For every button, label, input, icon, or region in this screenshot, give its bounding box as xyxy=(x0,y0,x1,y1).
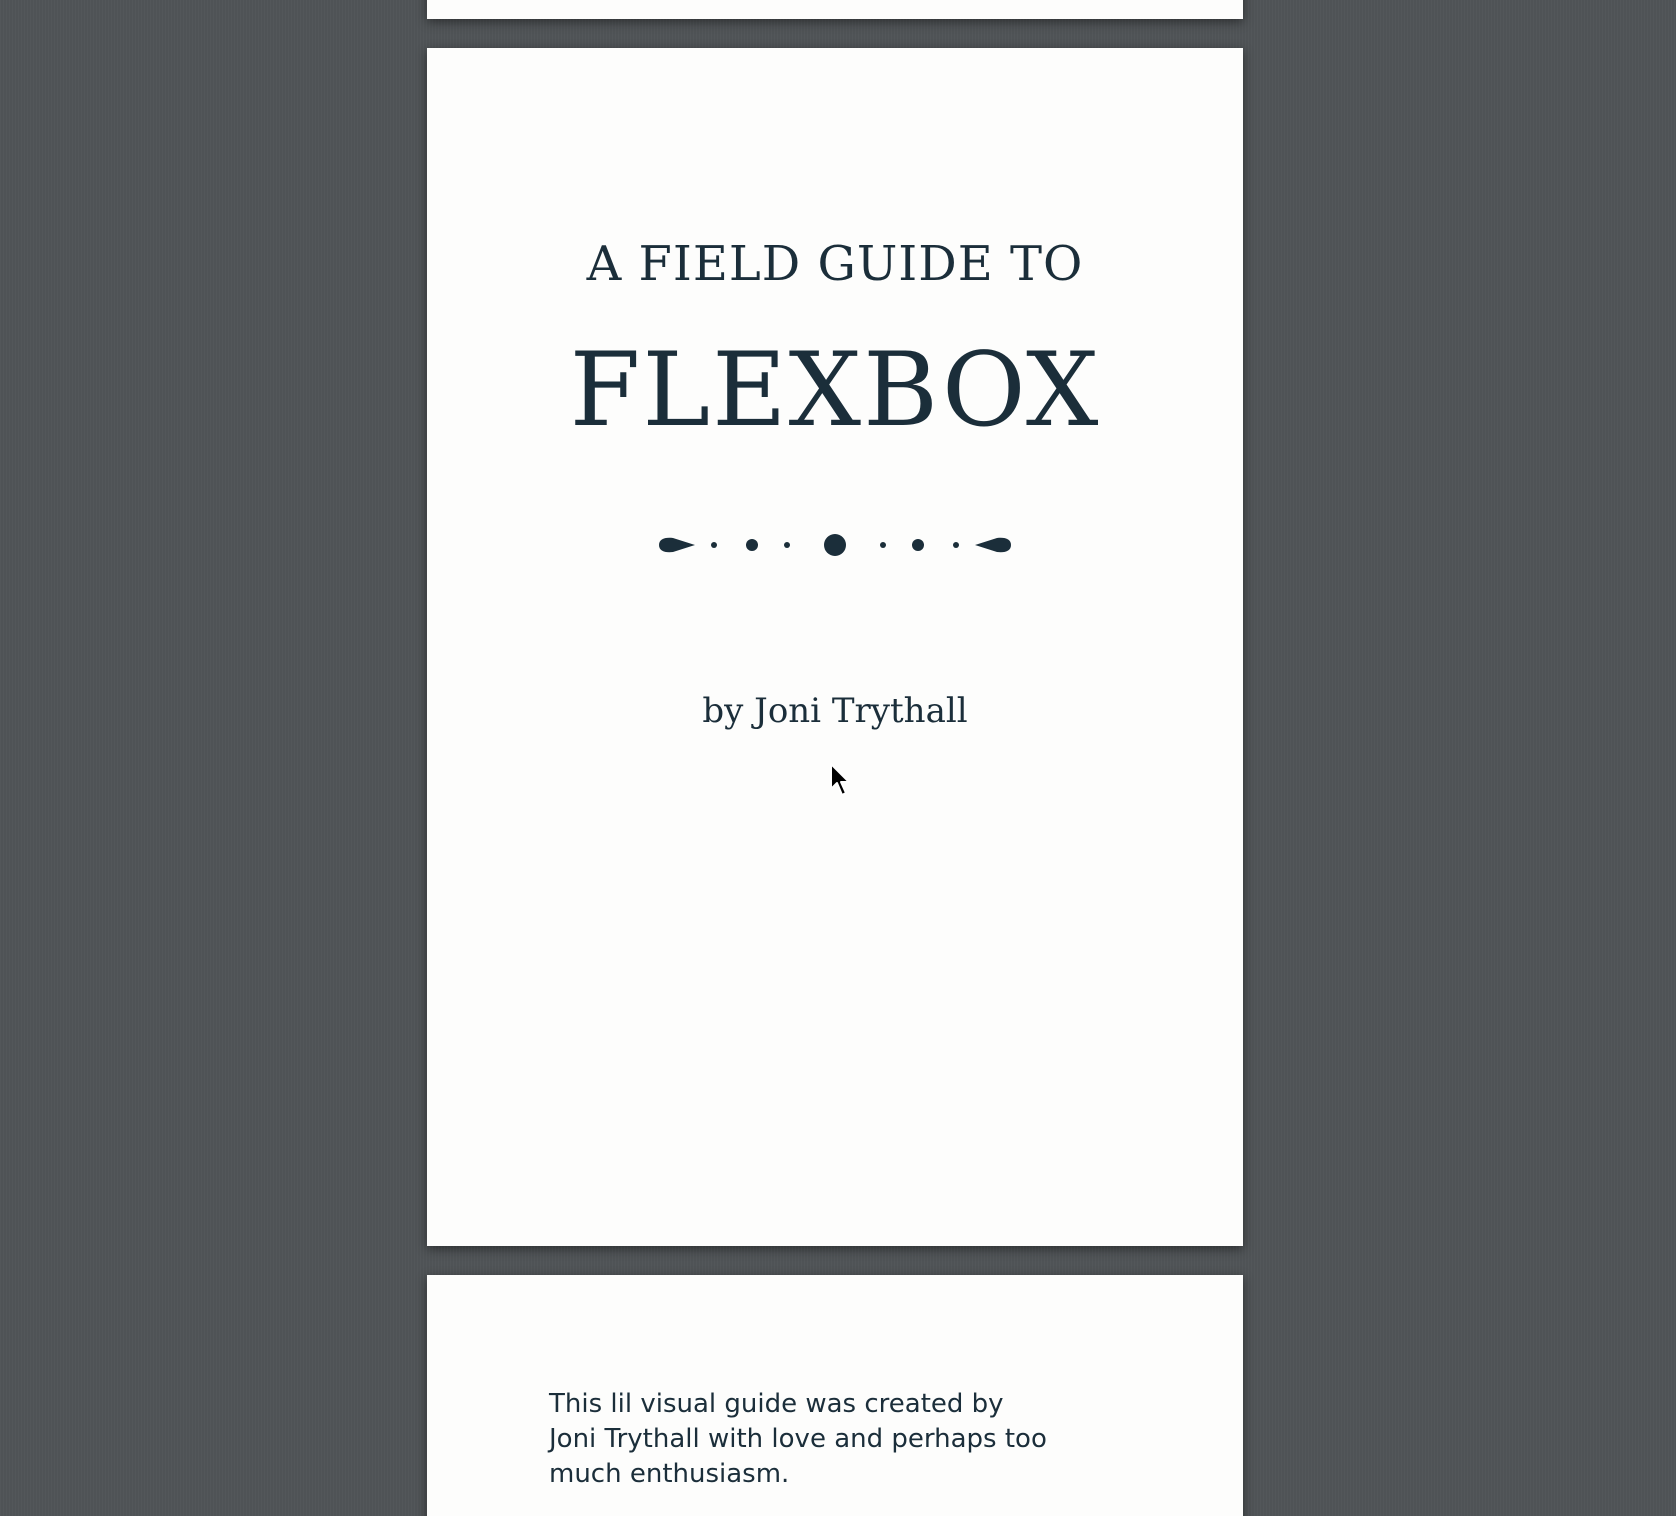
document-viewer[interactable]: A FIELD GUIDE TO FLEXBOX by Joni Trythal… xyxy=(0,0,1676,1516)
mouse-cursor-icon xyxy=(830,763,850,796)
next-page: This lil visual guide was created by Jon… xyxy=(427,1275,1243,1516)
intro-paragraph: This lil visual guide was created by Jon… xyxy=(549,1389,1047,1489)
cover-subtitle: A FIELD GUIDE TO xyxy=(586,236,1084,292)
cover-author: by Joni Trythall xyxy=(702,691,968,731)
previous-page xyxy=(427,0,1243,19)
ornamental-divider-icon xyxy=(659,534,1011,556)
cover-title: FLEXBOX xyxy=(569,331,1101,450)
cover-page: A FIELD GUIDE TO FLEXBOX by Joni Trythal… xyxy=(427,48,1243,1246)
